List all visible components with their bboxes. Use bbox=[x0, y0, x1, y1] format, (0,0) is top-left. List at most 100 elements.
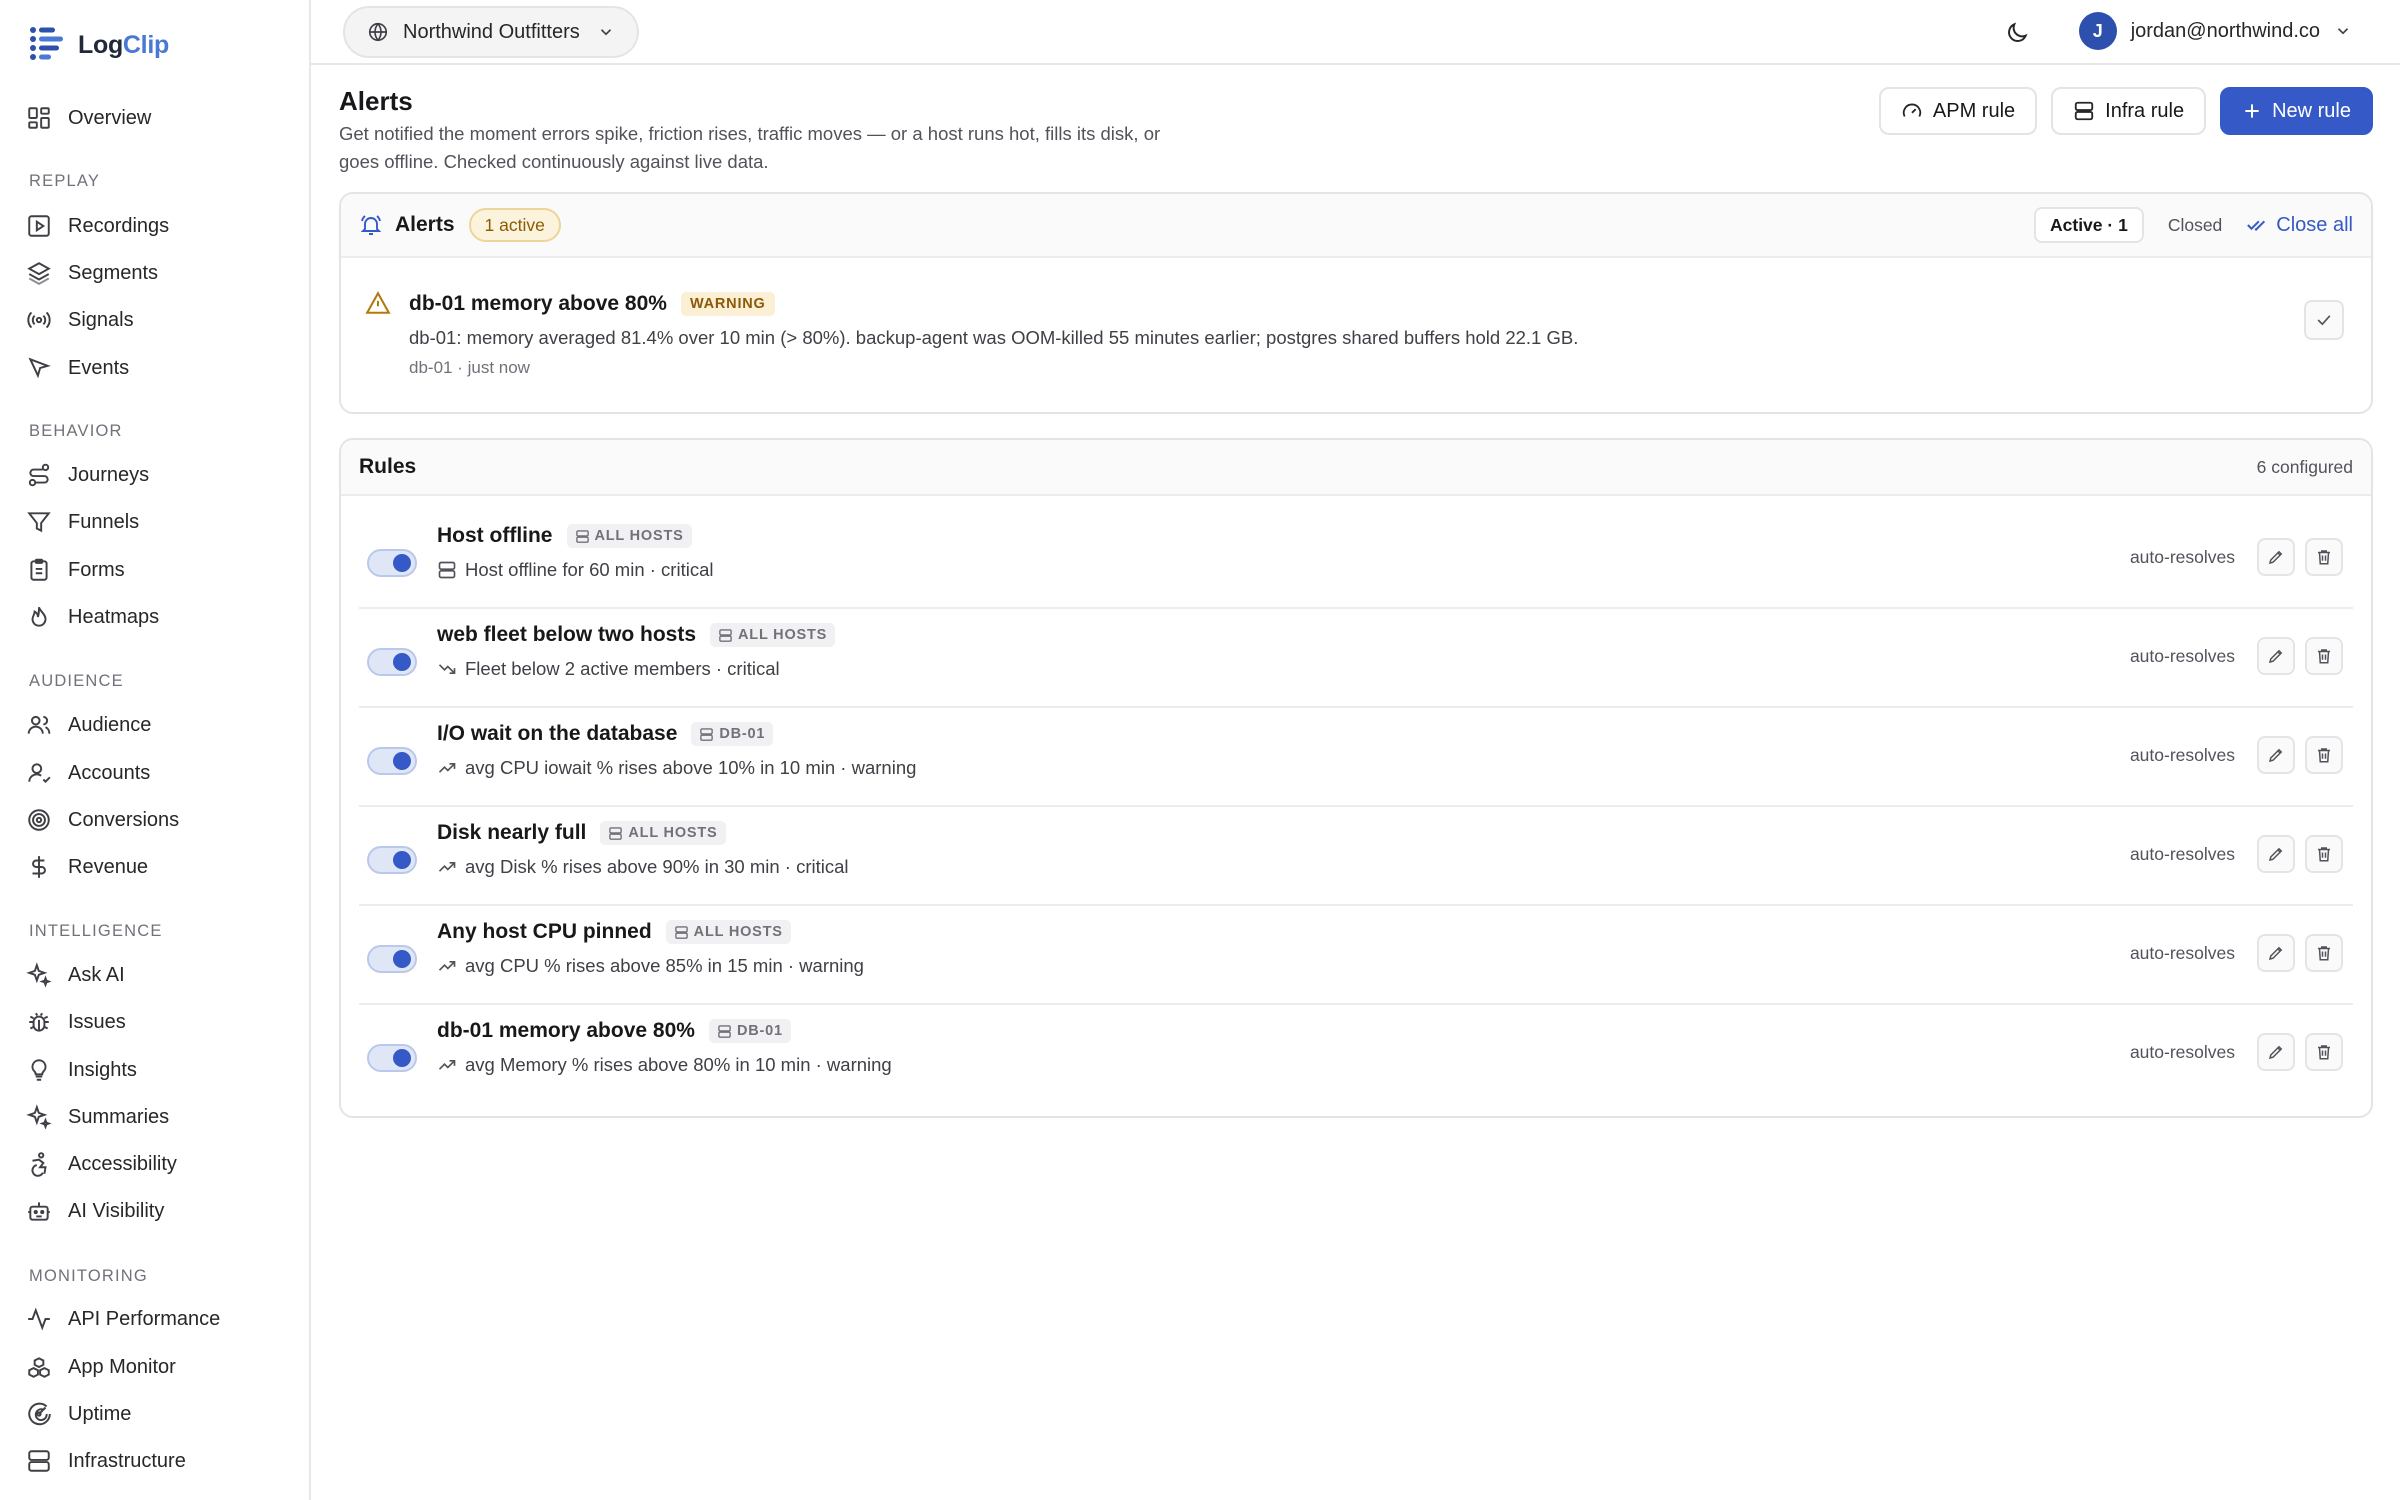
sidebar-item-summaries[interactable]: Summaries bbox=[26, 1097, 296, 1137]
user-email: jordan@northwind.co bbox=[2130, 19, 2320, 42]
sidebar-section-intelligence: INTELLIGENCE bbox=[29, 922, 163, 940]
scope-badge: DB-01 bbox=[708, 1019, 791, 1043]
rule-actions: auto-resolves bbox=[2130, 637, 2343, 675]
alert-item[interactable]: db-01 memory above 80% WARNING db-01: me… bbox=[341, 258, 2371, 402]
user-menu[interactable]: J jordan@northwind.co bbox=[2078, 12, 2352, 50]
sidebar-item-label: Summaries bbox=[68, 1105, 170, 1128]
sidebar-item-revenue[interactable]: Revenue bbox=[26, 847, 296, 887]
sidebar-item-segments[interactable]: Segments bbox=[26, 253, 296, 293]
infra-rule-button[interactable]: Infra rule bbox=[2051, 87, 2207, 135]
check-check-icon bbox=[2247, 220, 2266, 232]
sidebar-item-funnels[interactable]: Funnels bbox=[26, 502, 296, 542]
moon-icon bbox=[2008, 22, 2028, 42]
sidebar-item-events[interactable]: Events bbox=[26, 348, 296, 388]
rule-enabled-toggle[interactable] bbox=[367, 747, 417, 775]
rule-enabled-toggle[interactable] bbox=[367, 549, 417, 577]
page-actions: APM rule Infra rule New rule bbox=[1878, 87, 2373, 135]
rule-actions: auto-resolves bbox=[2130, 1033, 2343, 1071]
edit-rule-button[interactable] bbox=[2257, 736, 2295, 774]
alerts-card: Alerts 1 active Active · 1 Closed Close … bbox=[339, 192, 2373, 414]
delete-rule-button[interactable] bbox=[2305, 934, 2343, 972]
sidebar-item-journeys[interactable]: Journeys bbox=[26, 455, 296, 495]
sparkles-icon bbox=[26, 962, 52, 988]
rule-description: avg CPU % rises above 85% in 15 min · wa… bbox=[437, 955, 864, 977]
rule-name: web fleet below two hosts bbox=[437, 623, 697, 646]
rule-name: Disk nearly full bbox=[437, 821, 587, 844]
sidebar-item-heatmaps[interactable]: Heatmaps bbox=[26, 597, 296, 637]
rule-enabled-toggle[interactable] bbox=[367, 846, 417, 874]
rule-row: Disk nearly full ALL HOSTS avg Disk % ri… bbox=[359, 807, 2353, 906]
acknowledge-button[interactable] bbox=[2304, 300, 2344, 340]
brand-name-part2: Clip bbox=[122, 30, 169, 59]
rule-enabled-toggle[interactable] bbox=[367, 1044, 417, 1072]
apm-rule-button[interactable]: APM rule bbox=[1878, 87, 2038, 135]
edit-rule-button[interactable] bbox=[2257, 835, 2295, 873]
brand-name-part1: Log bbox=[78, 30, 123, 59]
rule-title: I/O wait on the database DB-01 bbox=[437, 722, 774, 746]
flame-icon bbox=[31, 606, 47, 627]
sidebar-item-audience[interactable]: Audience bbox=[26, 705, 296, 745]
trash-icon bbox=[2318, 847, 2330, 862]
delete-rule-button[interactable] bbox=[2305, 835, 2343, 873]
sidebar-item-overview[interactable]: Overview bbox=[26, 98, 296, 138]
edit-rule-button[interactable] bbox=[2257, 1033, 2295, 1071]
server-icon bbox=[609, 826, 623, 840]
alerts-card-title: Alerts bbox=[395, 213, 455, 236]
sidebar-item-ask-ai[interactable]: Ask AI bbox=[26, 955, 296, 995]
brand-logo[interactable]: LogClip bbox=[28, 24, 169, 66]
close-all-button[interactable]: Close all bbox=[2246, 214, 2353, 237]
pencil-icon bbox=[2268, 649, 2283, 664]
delete-rule-button[interactable] bbox=[2305, 538, 2343, 576]
rule-title: Any host CPU pinned ALL HOSTS bbox=[437, 920, 791, 944]
edit-rule-button[interactable] bbox=[2257, 637, 2295, 675]
sidebar-item-label: Events bbox=[68, 356, 130, 379]
auto-resolves-label: auto-resolves bbox=[2129, 843, 2235, 864]
sidebar-item-recordings[interactable]: Recordings bbox=[26, 206, 296, 246]
sidebar-item-label: Issues bbox=[68, 1010, 126, 1033]
filter-active-tab[interactable]: Active · 1 bbox=[2034, 207, 2144, 243]
sidebar-item-accounts[interactable]: Accounts bbox=[26, 753, 296, 793]
rule-name: db-01 memory above 80% bbox=[437, 1019, 695, 1042]
trending-up-icon bbox=[438, 763, 456, 773]
org-switcher[interactable]: Northwind Outfitters bbox=[343, 6, 639, 58]
sidebar-item-infrastructure[interactable]: Infrastructure bbox=[26, 1441, 296, 1481]
theme-toggle[interactable] bbox=[2004, 20, 2030, 46]
sidebar-item-signals[interactable]: Signals bbox=[26, 300, 296, 340]
filter-closed-tab[interactable]: Closed bbox=[2168, 215, 2222, 236]
bot-icon bbox=[28, 1202, 50, 1221]
edit-rule-button[interactable] bbox=[2257, 538, 2295, 576]
sidebar-item-api-performance[interactable]: API Performance bbox=[26, 1299, 296, 1339]
sidebar-item-uptime[interactable]: Uptime bbox=[26, 1394, 296, 1434]
sidebar-item-app-monitor[interactable]: App Monitor bbox=[26, 1347, 296, 1387]
alert-filter: Active · 1 Closed Close all bbox=[2034, 207, 2353, 243]
rule-row: Host offline ALL HOSTS Host offline for … bbox=[359, 510, 2353, 609]
sidebar-item-insights[interactable]: Insights bbox=[26, 1050, 296, 1090]
sidebar-item-ai-visibility[interactable]: AI Visibility bbox=[26, 1191, 296, 1231]
alerts-card-header: Alerts 1 active Active · 1 Closed Close … bbox=[341, 194, 2371, 258]
pencil-icon bbox=[2268, 1045, 2283, 1060]
new-rule-label: New rule bbox=[2272, 99, 2351, 122]
trash-icon bbox=[2318, 946, 2330, 961]
lightbulb-icon bbox=[31, 1059, 47, 1081]
new-rule-button[interactable]: New rule bbox=[2220, 87, 2373, 135]
delete-rule-button[interactable] bbox=[2305, 1033, 2343, 1071]
sidebar-item-accessibility[interactable]: Accessibility bbox=[26, 1144, 296, 1184]
sidebar-item-forms[interactable]: Forms bbox=[26, 550, 296, 590]
auto-resolves-label: auto-resolves bbox=[2129, 744, 2235, 765]
rule-enabled-toggle[interactable] bbox=[367, 945, 417, 973]
sidebar-item-label: Audience bbox=[68, 713, 152, 736]
delete-rule-button[interactable] bbox=[2305, 736, 2343, 774]
layers-icon bbox=[27, 262, 51, 285]
rule-enabled-toggle[interactable] bbox=[367, 648, 417, 676]
rule-description: avg Disk % rises above 90% in 30 min · c… bbox=[437, 856, 849, 878]
sidebar-item-issues[interactable]: Issues bbox=[26, 1002, 296, 1042]
bell-icon bbox=[360, 215, 382, 235]
cursor-icon bbox=[28, 357, 51, 379]
rule-name: Host offline bbox=[437, 524, 553, 547]
edit-rule-button[interactable] bbox=[2257, 934, 2295, 972]
delete-rule-button[interactable] bbox=[2305, 637, 2343, 675]
auto-resolves-label: auto-resolves bbox=[2129, 942, 2235, 963]
sidebar-item-conversions[interactable]: Conversions bbox=[26, 800, 296, 840]
trash-icon bbox=[2318, 550, 2330, 565]
trending-up-icon bbox=[438, 862, 456, 872]
